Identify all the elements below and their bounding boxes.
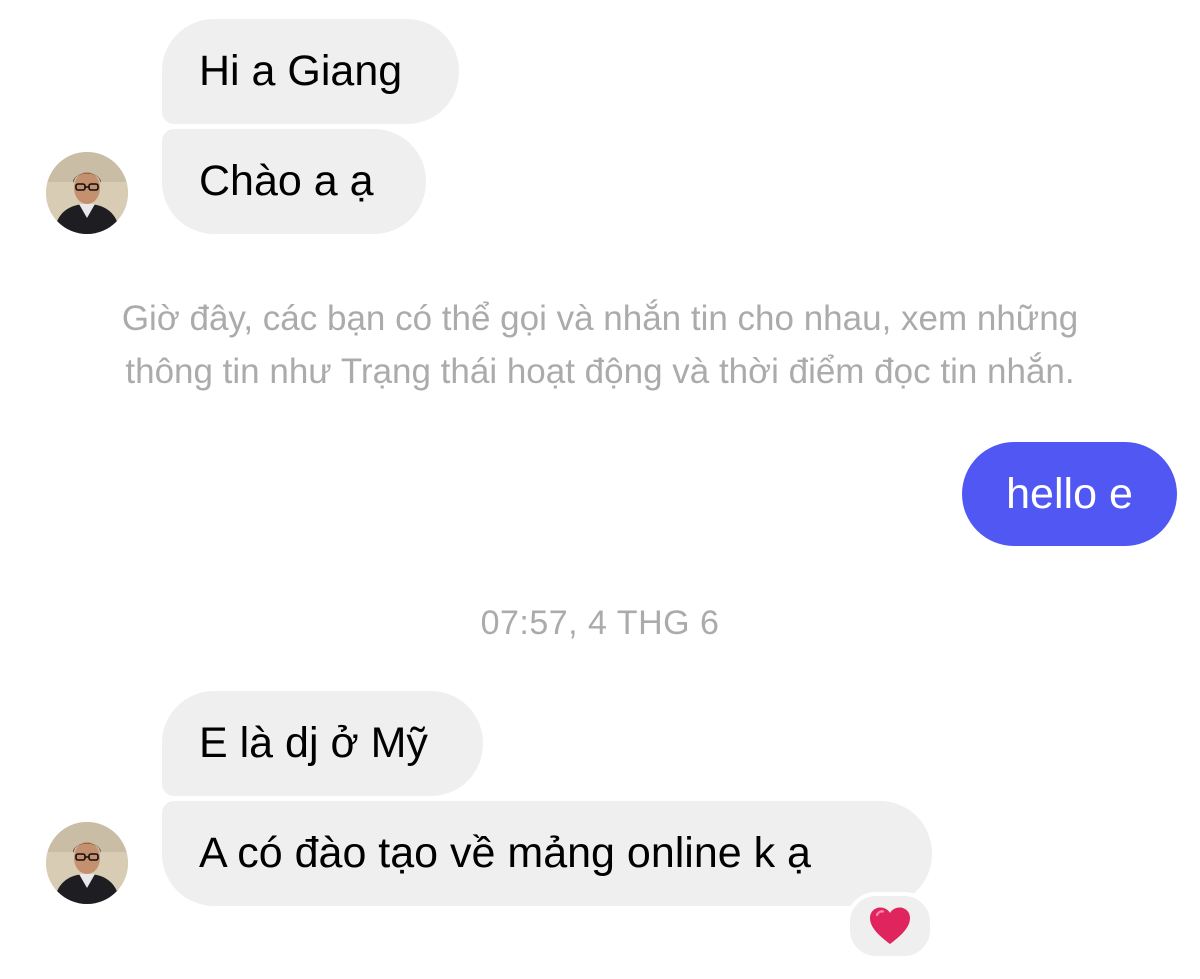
heart-reaction[interactable] bbox=[846, 892, 934, 960]
notice-line-1: Giờ đây, các bạn có thể gọi và nhắn tin … bbox=[121, 299, 1079, 338]
red-heart-icon bbox=[870, 907, 910, 944]
notice-line-2: thông tin như Trạng thái hoạt động và th… bbox=[125, 352, 1075, 391]
avatar-photo-icon bbox=[46, 152, 128, 234]
message-bubble-dao-tao-online[interactable]: A có đào tạo về mảng online k ạ bbox=[162, 801, 932, 906]
message-bubble-hello-e[interactable]: hello e bbox=[962, 442, 1177, 546]
system-notice: Giờ đây, các bạn có thể gọi và nhắn tin … bbox=[0, 292, 1200, 398]
message-text: hello e bbox=[1006, 469, 1133, 518]
message-text: E là dj ở Mỹ bbox=[199, 719, 428, 767]
sender-avatar[interactable] bbox=[46, 152, 128, 234]
timestamp-divider: 07:57, 4 THG 6 bbox=[480, 604, 720, 642]
message-bubble-chao-a-a[interactable]: Chào a ạ bbox=[162, 129, 426, 234]
message-text: Hi a Giang bbox=[199, 47, 403, 95]
message-text: Chào a ạ bbox=[199, 157, 374, 205]
message-text: A có đào tạo về mảng online k ạ bbox=[199, 829, 811, 877]
message-bubble-hi-a-giang[interactable]: Hi a Giang bbox=[162, 19, 459, 124]
sender-avatar[interactable] bbox=[46, 822, 128, 904]
avatar-photo-icon bbox=[46, 822, 128, 904]
message-bubble-e-la-dj[interactable]: E là dj ở Mỹ bbox=[162, 691, 483, 796]
